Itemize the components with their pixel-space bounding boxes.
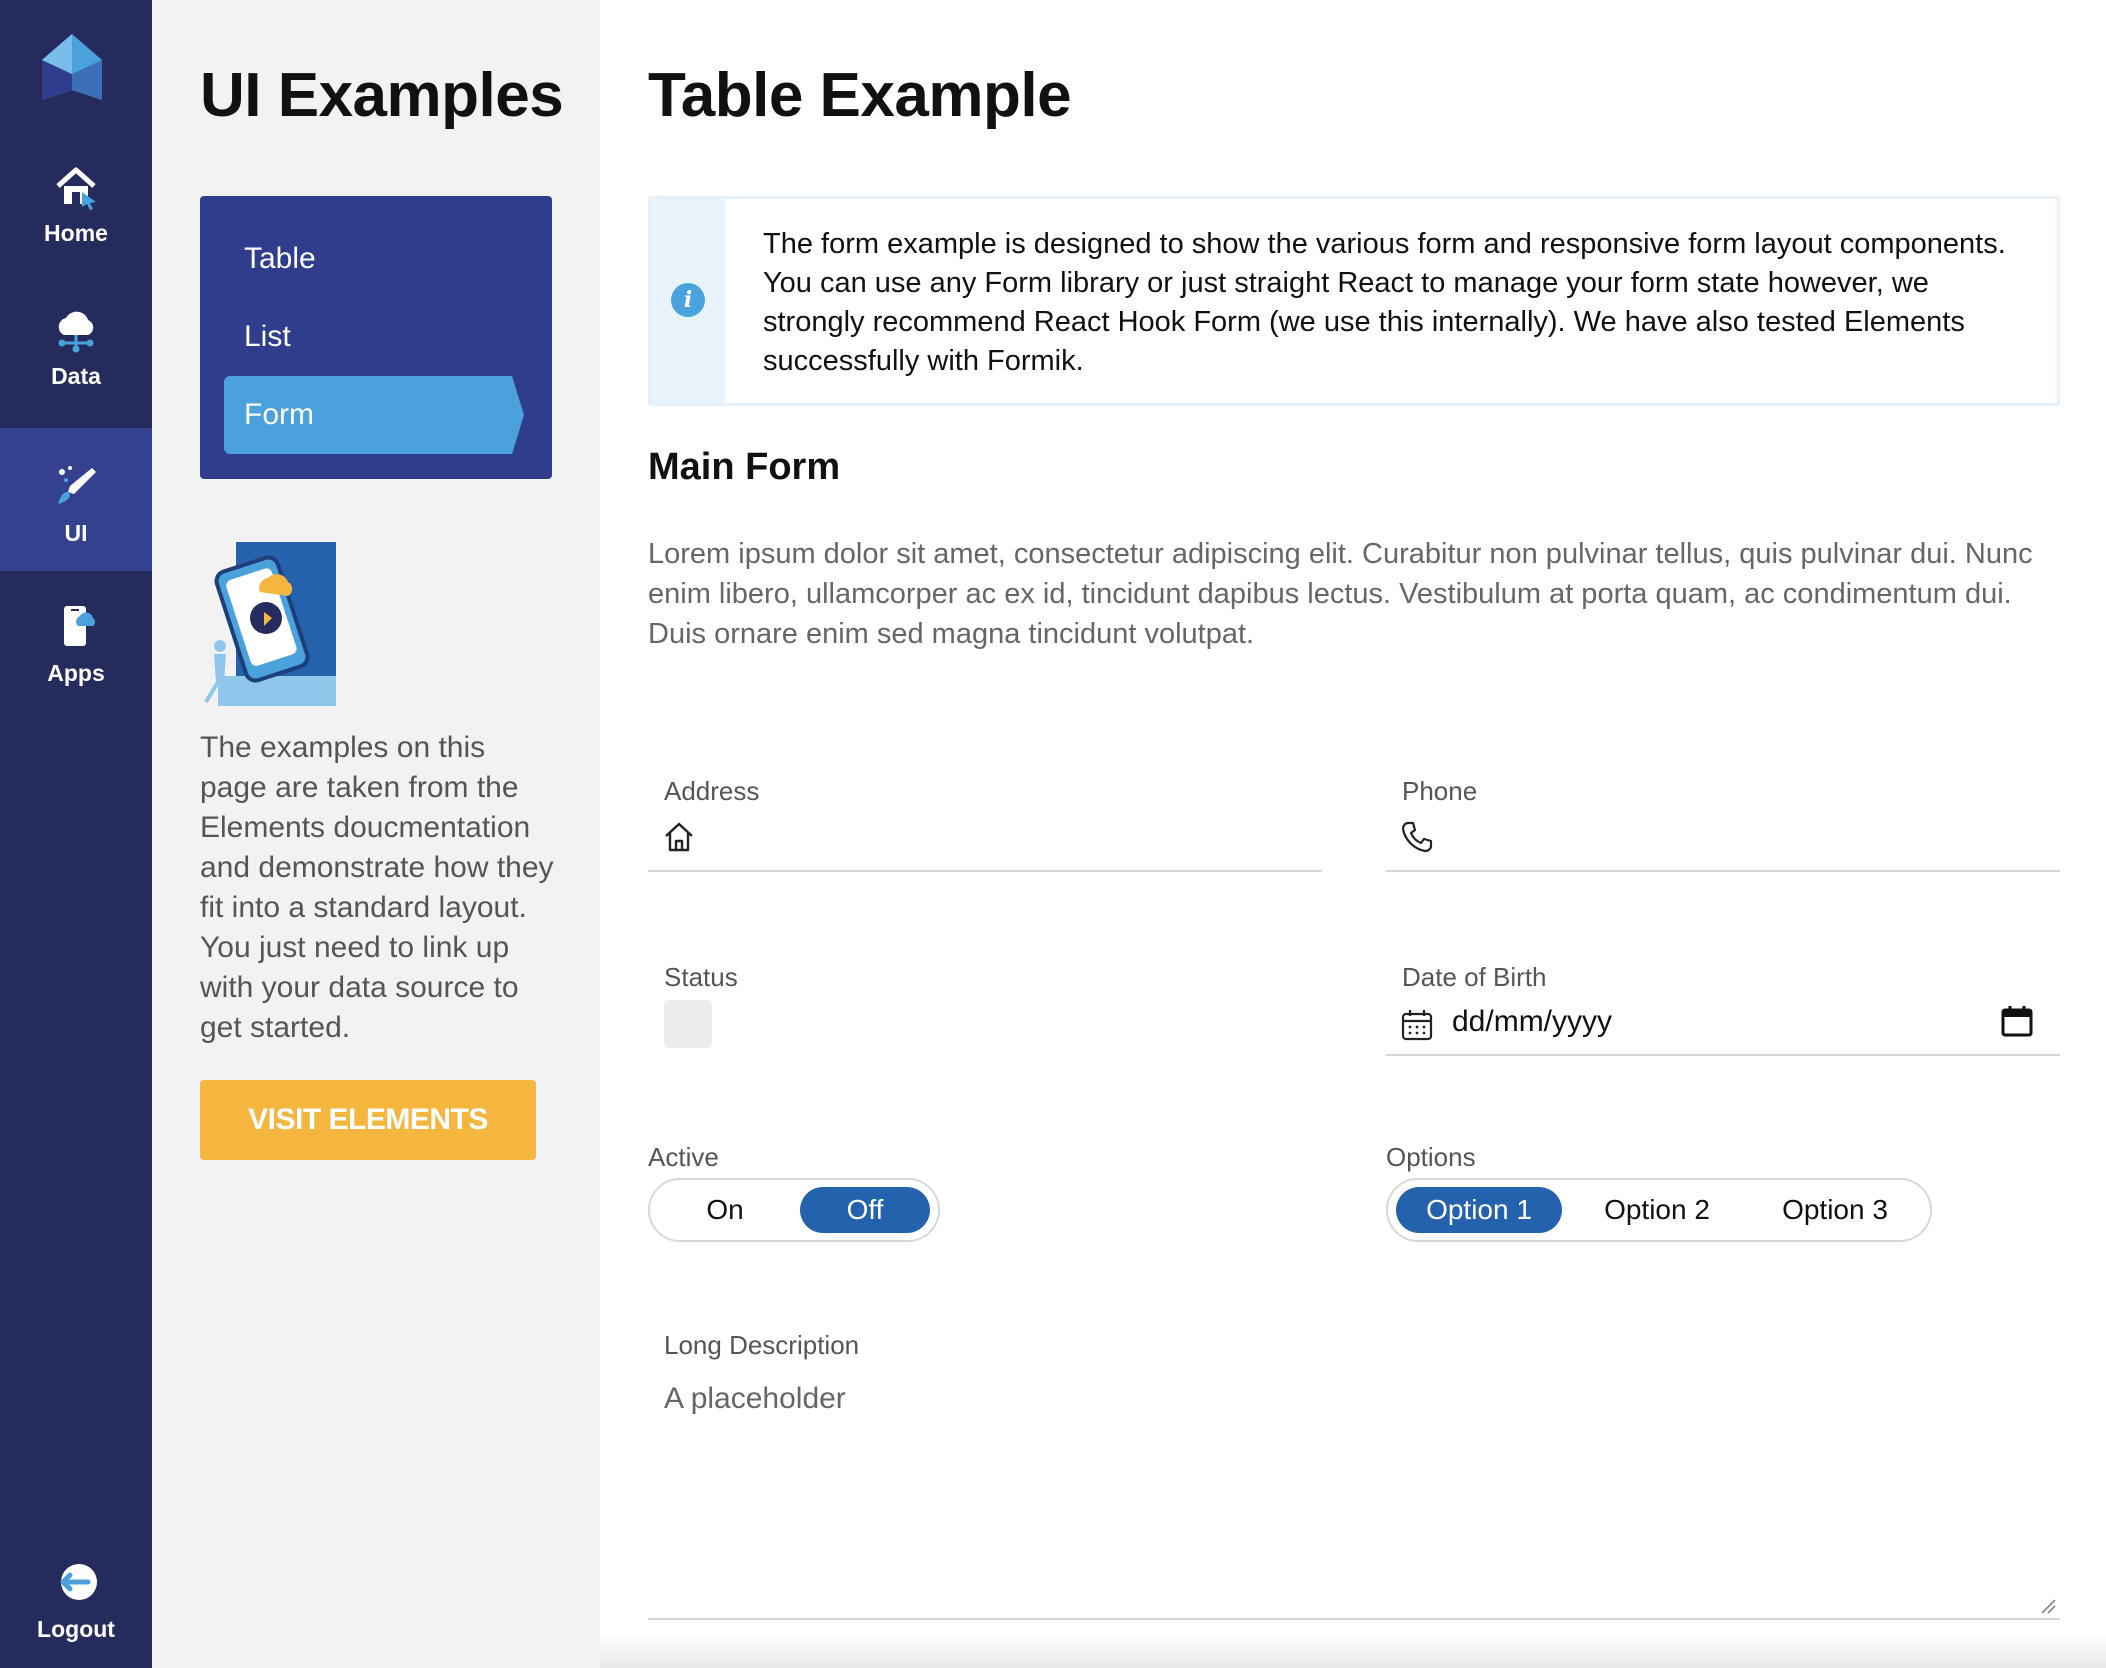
subnav-item-list[interactable]: List [224,298,524,376]
phone-label: Phone [1402,776,1478,806]
logout-button[interactable]: Logout [0,1558,152,1668]
phone-input[interactable] [1386,870,2060,872]
rail-item-label: Apps [47,660,105,686]
active-option-on[interactable]: On [660,1187,790,1233]
subnav-menu: Table List Form [200,196,552,479]
info-strip: i [651,199,725,403]
calendar-picker-icon[interactable] [2000,1004,2034,1038]
panel-description: The examples on this page are taken from… [200,731,554,1044]
visit-elements-button[interactable]: VISIT ELEMENTS [200,1080,536,1160]
logout-icon [60,1564,97,1600]
rail-item-label: UI [64,520,88,546]
subnav-item-table[interactable]: Table [224,220,524,298]
main-content: Table Example i The form example is desi… [600,0,2106,1668]
address-label: Address [664,776,760,806]
options-label: Options [1386,1142,1476,1172]
secondary-panel: UI Examples Table List Form The examples… [152,0,600,1668]
panel-title: UI Examples [200,61,564,130]
brand-logo-icon[interactable] [42,34,102,100]
rail-item-label: Home [44,220,108,246]
home-icon [56,167,96,210]
dob-label: Date of Birth [1402,962,1547,992]
page-title: Table Example [648,61,1072,130]
section-description: Lorem ipsum dolor sit amet, consectetur … [648,538,2033,650]
logout-label: Logout [37,1616,115,1642]
section-title: Main Form [648,446,841,488]
app-rail: Home Data UI Apps Logout [0,0,152,1668]
rail-item-home[interactable]: Home [0,162,152,305]
info-icon: i [671,283,705,317]
options-toggle-group: Option 1 Option 2 Option 3 [1386,1178,1932,1242]
resize-grip-icon[interactable] [2040,1598,2056,1614]
rail-item-apps[interactable]: Apps [0,602,152,745]
home-outline-icon [665,822,693,852]
option-1[interactable]: Option 1 [1396,1187,1562,1233]
subnav-item-form[interactable]: Form [224,376,524,454]
status-checkbox[interactable] [664,1000,712,1048]
long-description-placeholder: A placeholder [664,1382,846,1415]
active-toggle-group: On Off [648,1178,940,1242]
phone-illustration-icon [204,542,336,706]
rail-item-ui[interactable]: UI [0,428,152,571]
apps-phone-icon [64,606,95,646]
info-notification: i The form example is designed to show t… [648,196,2060,406]
option-2[interactable]: Option 2 [1574,1187,1740,1233]
rail-item-data[interactable]: Data [0,305,152,448]
active-option-off[interactable]: Off [800,1187,930,1233]
rail-item-label: Data [51,363,101,389]
status-label: Status [664,962,738,992]
calendar-grid-icon [1401,1010,1433,1041]
dob-input-value[interactable]: dd/mm/yyyy [1452,1005,1612,1039]
bottom-shadow [600,1632,2106,1668]
active-label: Active [648,1142,719,1172]
cloud-data-icon [58,311,94,353]
option-3[interactable]: Option 3 [1752,1187,1918,1233]
address-input[interactable] [648,870,1322,872]
ui-brush-icon [58,466,96,504]
info-text: The form example is designed to show the… [763,228,2006,377]
phone-icon [1401,821,1433,853]
dob-input[interactable] [1386,1054,2060,1056]
long-description-textarea[interactable]: Long Description A placeholder [648,1320,2060,1620]
long-description-label: Long Description [664,1330,860,1360]
